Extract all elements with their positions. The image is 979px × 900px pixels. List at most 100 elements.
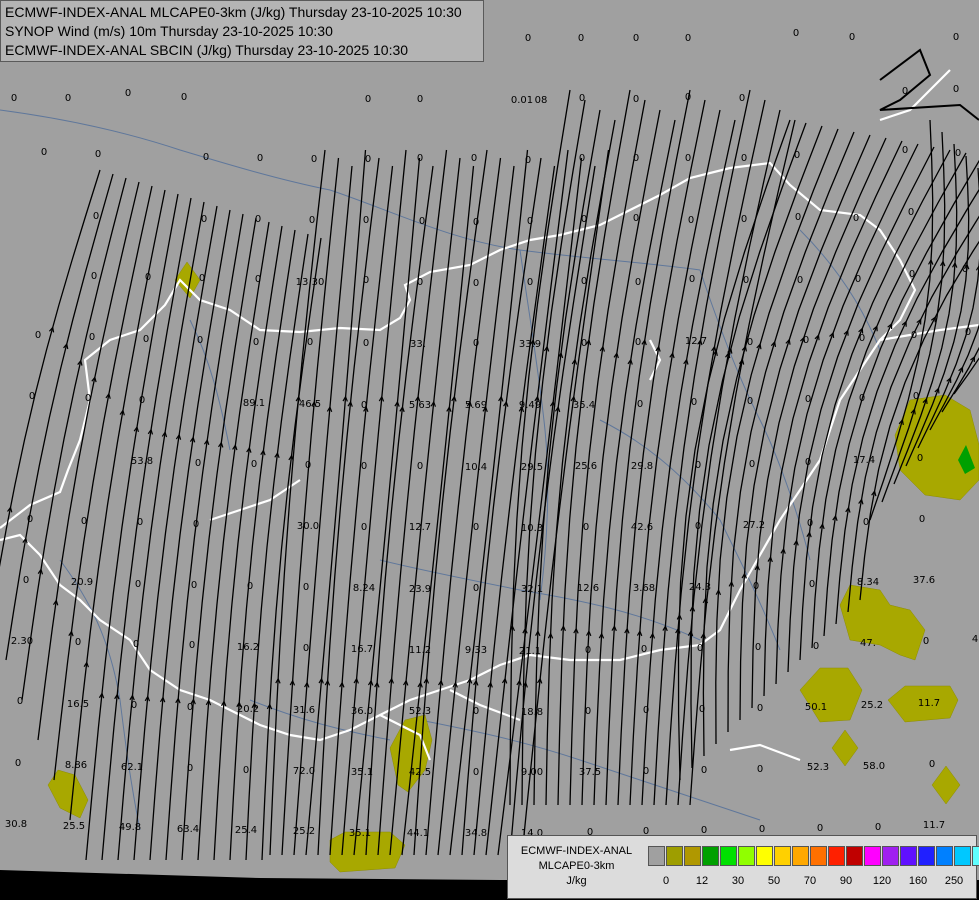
map-value-label: 0 <box>255 274 261 285</box>
map-value-label: 0 <box>749 459 755 470</box>
map-value-label: 0 <box>247 581 253 592</box>
map-value-label: 0 <box>65 93 71 104</box>
map-value-label: 8.34 <box>857 577 879 588</box>
map-value-label: 0 <box>187 702 193 713</box>
map-value-label: 9.33 <box>465 645 487 656</box>
map-value-label: 0 <box>955 148 961 159</box>
map-value-label: 0 <box>417 461 423 472</box>
map-value-label: 0 <box>685 153 691 164</box>
map-value-label: 16.2 <box>237 642 259 653</box>
map-value-label: 0 <box>527 216 533 227</box>
map-value-label: 0 <box>473 522 479 533</box>
map-value-label: 0 <box>27 514 33 525</box>
map-value-label: 0 <box>363 275 369 286</box>
map-value-label: 0 <box>187 763 193 774</box>
legend-swatch <box>936 846 953 866</box>
map-value-label: 0 <box>962 264 968 275</box>
map-value-label: 0 <box>743 275 749 286</box>
map-value-label: 12.7 <box>685 336 707 347</box>
map-value-label: 0 <box>902 145 908 156</box>
map-value-label: 35.1 <box>351 767 373 778</box>
map-value-label: 0 <box>633 94 639 105</box>
map-value-label: 9.49 <box>519 400 541 411</box>
map-value-label: 0 <box>908 207 914 218</box>
map-value-label: 0 <box>473 583 479 594</box>
map-value-label: 50.1 <box>805 702 827 713</box>
map-value-label: 0 <box>859 333 865 344</box>
map-value-label: 0 <box>361 522 367 533</box>
map-value-label: 0 <box>853 213 859 224</box>
map-value-label: 0 <box>863 517 869 528</box>
map-value-label: 0 <box>747 337 753 348</box>
map-value-label: 0 <box>919 514 925 525</box>
legend-swatch <box>954 846 971 866</box>
map-value-label: 8.86 <box>65 760 87 771</box>
map-value-label: 0 <box>253 337 259 348</box>
map-value-label: 62.1 <box>121 762 143 773</box>
legend-swatch <box>810 846 827 866</box>
map-value-label: 0 <box>691 397 697 408</box>
map-value-label: 0 <box>581 214 587 225</box>
map-value-label: 0 <box>17 696 23 707</box>
map-value-label: 0 <box>191 580 197 591</box>
legend-tick-label: 90 <box>839 875 853 887</box>
legend-swatch <box>666 846 683 866</box>
map-value-label: 0 <box>695 521 701 532</box>
legend-swatch <box>702 846 719 866</box>
map-value-label: 0 <box>23 575 29 586</box>
map-value-label: 35.1 <box>349 828 371 839</box>
map-value-label: 46.5 <box>299 399 321 410</box>
map-value-label: 29.8 <box>631 461 653 472</box>
map-value-label: 0 <box>527 277 533 288</box>
map-value-label: 9.00 <box>521 767 543 778</box>
header-line-cape: ECMWF-INDEX-ANAL MLCAPE0-3km (J/kg) Thur… <box>5 4 462 20</box>
map-value-label: 0 <box>797 275 803 286</box>
map-value-label: 0 <box>305 460 311 471</box>
legend-tick-label: 250 <box>944 875 964 887</box>
map-value-label: 25.5 <box>63 821 85 832</box>
map-value-label: 0 <box>578 33 584 44</box>
map-value-label: 0 <box>909 269 915 280</box>
map-value-label: 17.4 <box>853 455 875 466</box>
map-value-label: 0 <box>251 459 257 470</box>
map-value-label: 0 <box>809 579 815 590</box>
map-value-label: 0 <box>633 33 639 44</box>
legend-swatch <box>864 846 881 866</box>
map-value-label: 72.0 <box>293 766 315 777</box>
map-value-label: 0 <box>855 274 861 285</box>
map-value-label: 0 <box>583 522 589 533</box>
map-value-label: 0 <box>641 644 647 655</box>
legend-swatch <box>792 846 809 866</box>
map-value-label: 0 <box>793 28 799 39</box>
map-value-label: 0 <box>805 457 811 468</box>
map-value-label: 0 <box>794 150 800 161</box>
map-value-label: 0 <box>813 641 819 652</box>
map-value-label: 37.5 <box>579 767 601 778</box>
map-value-label: 0 <box>471 153 477 164</box>
map-value-label: 0 <box>579 93 585 104</box>
map-value-label: 0 <box>581 276 587 287</box>
map-value-label: 52.3 <box>409 706 431 717</box>
map-value-label: 37.6 <box>913 575 935 586</box>
map-value-label: 33.9 <box>519 339 541 350</box>
legend-tick-label: 70 <box>803 875 817 887</box>
map-value-label: 0 <box>795 212 801 223</box>
legend-swatch <box>918 846 935 866</box>
map-value-label: 0 <box>685 33 691 44</box>
map-value-label: 0 <box>688 215 694 226</box>
legend-swatch <box>738 846 755 866</box>
map-value-label: 0.01 <box>511 95 533 106</box>
map-value-label: 0 <box>303 643 309 654</box>
map-value-label: 27.2 <box>743 520 765 531</box>
map-value-label: 0 <box>195 458 201 469</box>
map-value-label: 0 <box>197 335 203 346</box>
map-value-label: 0 <box>419 216 425 227</box>
map-value-label: 0 <box>701 765 707 776</box>
map-value-label: 0 <box>739 93 745 104</box>
legend-swatch <box>972 846 979 866</box>
map-value-label: 25.6 <box>575 461 597 472</box>
legend-swatch <box>774 846 791 866</box>
map-value-label: 53.8 <box>131 456 153 467</box>
map-value-label: 0 <box>685 92 691 103</box>
map-value-label: 0 <box>417 153 423 164</box>
